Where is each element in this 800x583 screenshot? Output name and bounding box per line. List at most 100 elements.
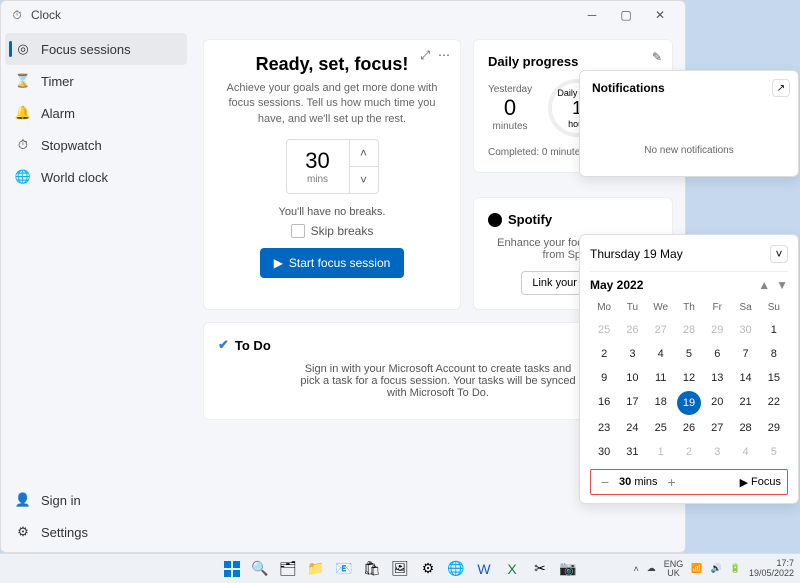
calendar-day[interactable]: 20 <box>703 391 731 415</box>
snip-icon[interactable]: ✂ <box>529 558 551 580</box>
duration-input[interactable]: 30 mins <box>287 140 349 193</box>
minimize-button[interactable]: ─ <box>575 2 609 28</box>
calendar-day[interactable]: 6 <box>703 343 731 365</box>
spotify-icon <box>488 213 502 227</box>
nav-alarm[interactable]: 🔔Alarm <box>5 97 187 129</box>
task-view-icon[interactable]: 🗂 <box>277 558 299 580</box>
nav-stopwatch[interactable]: ⏱Stopwatch <box>5 129 187 161</box>
calendar-day[interactable]: 23 <box>590 417 618 439</box>
calendar-day[interactable]: 3 <box>618 343 646 365</box>
calendar-month[interactable]: May 2022 <box>590 278 643 292</box>
calendar-day[interactable]: 18 <box>647 391 675 415</box>
tray-wifi-icon[interactable]: 📶 <box>691 563 702 574</box>
calendar-day[interactable]: 28 <box>675 319 703 341</box>
calendar-day[interactable]: 27 <box>703 417 731 439</box>
calendar-day[interactable]: 25 <box>647 417 675 439</box>
duration-up-button[interactable]: ˄ <box>350 140 378 167</box>
settings-icon[interactable]: ⚙ <box>417 558 439 580</box>
calendar-day[interactable]: 30 <box>590 441 618 463</box>
calendar-dow: Sa <box>731 298 759 317</box>
tray-onedrive-icon[interactable]: ☁ <box>647 563 656 574</box>
calendar-day[interactable]: 4 <box>731 441 759 463</box>
notifications-title: Notifications <box>592 81 786 95</box>
calendar-day[interactable]: 5 <box>675 343 703 365</box>
more-icon[interactable]: ⋯ <box>438 48 450 63</box>
start-button[interactable] <box>221 558 243 580</box>
focus-icon: ◎ <box>15 41 31 57</box>
collapse-calendar-button[interactable]: ˅ <box>770 245 788 263</box>
calendar-dow: Su <box>760 298 788 317</box>
word-icon[interactable]: W <box>473 558 495 580</box>
calendar-day[interactable]: 30 <box>731 319 759 341</box>
calendar-day[interactable]: 15 <box>760 367 788 389</box>
daily-title: Daily progress <box>488 54 658 69</box>
calendar-day[interactable]: 28 <box>731 417 759 439</box>
maximize-button[interactable]: ▢ <box>609 2 643 28</box>
camera-icon[interactable]: 📷 <box>557 558 579 580</box>
tray-volume-icon[interactable]: 🔊 <box>711 563 722 574</box>
search-icon[interactable]: 🔍 <box>249 558 271 580</box>
next-month-button[interactable]: ▼ <box>776 278 788 292</box>
calendar-day[interactable]: 8 <box>760 343 788 365</box>
calendar-dow: We <box>647 298 675 317</box>
calendar-day[interactable]: 7 <box>731 343 759 365</box>
calendar-day[interactable]: 26 <box>675 417 703 439</box>
photos-icon[interactable]: 🖼 <box>389 558 411 580</box>
calendar-day[interactable]: 14 <box>731 367 759 389</box>
start-focus-button[interactable]: ▶ Start focus session <box>260 248 405 278</box>
calendar-day[interactable]: 24 <box>618 417 646 439</box>
focus-start-button[interactable]: ▶ Focus <box>740 476 781 489</box>
explorer-icon[interactable]: 📁 <box>305 558 327 580</box>
calendar-day[interactable]: 1 <box>647 441 675 463</box>
skip-breaks-checkbox[interactable]: Skip breaks <box>218 224 446 238</box>
prev-month-button[interactable]: ▲ <box>758 278 770 292</box>
calendar-date[interactable]: Thursday 19 May <box>590 247 683 261</box>
edit-icon[interactable]: ✎ <box>652 50 662 64</box>
close-button[interactable]: ✕ <box>643 2 677 28</box>
tray-battery-icon[interactable]: 🔋 <box>730 563 741 574</box>
excel-icon[interactable]: X <box>501 558 523 580</box>
calendar-day[interactable]: 29 <box>760 417 788 439</box>
calendar-dow: Mo <box>590 298 618 317</box>
calendar-day[interactable]: 1 <box>760 319 788 341</box>
calendar-day[interactable]: 19 <box>677 391 701 415</box>
todo-icon: ✔ <box>218 337 229 353</box>
tray-lang[interactable]: ENG UK <box>664 560 684 578</box>
calendar-day[interactable]: 13 <box>703 367 731 389</box>
nav-settings[interactable]: ⚙Settings <box>5 516 187 548</box>
calendar-day[interactable]: 21 <box>731 391 759 415</box>
calendar-day[interactable]: 16 <box>590 391 618 415</box>
calendar-day[interactable]: 3 <box>703 441 731 463</box>
calendar-day[interactable]: 25 <box>590 319 618 341</box>
store-icon[interactable]: 🛍 <box>361 558 383 580</box>
breaks-text: You'll have no breaks. <box>218 206 446 218</box>
focus-decrement-button[interactable]: − <box>597 474 613 490</box>
calendar-day[interactable]: 27 <box>647 319 675 341</box>
calendar-day[interactable]: 11 <box>647 367 675 389</box>
calendar-day[interactable]: 31 <box>618 441 646 463</box>
calendar-day[interactable]: 5 <box>760 441 788 463</box>
calendar-day[interactable]: 9 <box>590 367 618 389</box>
nav-timer[interactable]: ⌛Timer <box>5 65 187 97</box>
calendar-day[interactable]: 26 <box>618 319 646 341</box>
pin-icon[interactable]: ⤢ <box>420 48 430 63</box>
calendar-day[interactable]: 4 <box>647 343 675 365</box>
calendar-day[interactable]: 10 <box>618 367 646 389</box>
calendar-day[interactable]: 22 <box>760 391 788 415</box>
tray-clock[interactable]: 17:7 19/05/2022 <box>749 559 794 579</box>
nav-sign-in[interactable]: 👤Sign in <box>5 484 187 516</box>
calendar-day[interactable]: 29 <box>703 319 731 341</box>
nav-world-clock[interactable]: 🌐World clock <box>5 161 187 193</box>
tray-chevron-icon[interactable]: ˄ <box>634 564 639 574</box>
gear-icon: ⚙ <box>15 524 31 540</box>
calendar-day[interactable]: 2 <box>590 343 618 365</box>
edge-icon[interactable]: 🌐 <box>445 558 467 580</box>
calendar-day[interactable]: 12 <box>675 367 703 389</box>
mail-icon[interactable]: 📧 <box>333 558 355 580</box>
nav-focus-sessions[interactable]: ◎Focus sessions <box>5 33 187 65</box>
notifications-settings-button[interactable]: ↗ <box>772 79 790 97</box>
focus-increment-button[interactable]: + <box>664 474 680 490</box>
calendar-day[interactable]: 2 <box>675 441 703 463</box>
calendar-day[interactable]: 17 <box>618 391 646 415</box>
duration-down-button[interactable]: ˅ <box>350 167 378 193</box>
